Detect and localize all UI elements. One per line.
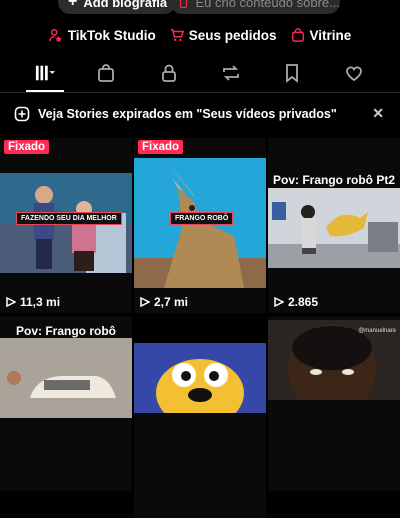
orders-label: Seus pedidos (188, 27, 277, 43)
square-icon (180, 0, 188, 8)
play-icon (140, 297, 150, 307)
view-count: 11,3 mi (6, 295, 60, 309)
video-caption: Pov: Frango robô Pt2 (272, 173, 395, 187)
vitrine-label: Vitrine (309, 27, 352, 43)
banner-text: Veja Stories expirados em "Seus vídeos p… (38, 107, 337, 121)
pinned-badge: Fixado (138, 140, 184, 154)
stories-banner[interactable]: Veja Stories expirados em "Seus vídeos p… (0, 102, 400, 126)
video-overlay-text: FAZENDO SEU DIA MELHOR (16, 212, 122, 225)
tiktok-studio-link[interactable]: TikTok Studio (48, 24, 156, 46)
cart-icon (170, 29, 184, 41)
add-bio-label: Add biografia (83, 0, 168, 10)
about-placeholder: Eu crio conteúdo sobre... (195, 0, 340, 10)
video-tile[interactable]: Fixado FRANGO ROBÔ 2,7 mi (134, 138, 266, 313)
video-tile[interactable]: Pov: Frango robô Pt2 2.865 (268, 138, 400, 313)
tab-videos[interactable] (25, 58, 65, 88)
video-tile[interactable] (134, 343, 266, 518)
view-count-value: 2.865 (288, 295, 319, 309)
orders-link[interactable]: Seus pedidos (170, 24, 277, 46)
lock-icon (162, 64, 176, 82)
video-thumbnail (134, 343, 266, 413)
play-icon (274, 297, 284, 307)
profile-tabs (0, 58, 400, 88)
plus-icon: + (68, 0, 78, 10)
bag-icon (291, 28, 304, 42)
play-icon (6, 297, 16, 307)
tab-reposts[interactable] (211, 58, 251, 88)
add-bio-button[interactable]: + Add biografia (58, 0, 176, 14)
view-count: 2.865 (274, 295, 318, 309)
tab-liked[interactable] (334, 58, 374, 88)
tab-favorites[interactable] (272, 58, 312, 88)
profile-edit-row: + Add biografia Eu crio conteúdo sobre..… (0, 0, 400, 16)
tiktok-studio-label: TikTok Studio (67, 27, 156, 43)
shopping-bag-icon (98, 64, 114, 82)
person-star-icon (48, 29, 62, 42)
view-count-value: 2,7 mi (154, 295, 189, 309)
grid-icon (35, 65, 55, 81)
video-tile[interactable]: @manuelnare (268, 316, 400, 491)
tab-shop[interactable] (86, 58, 126, 88)
bookmark-icon (286, 64, 298, 83)
video-tile[interactable]: Pov: Frango robô (0, 316, 132, 491)
video-caption: Pov: Frango robô (16, 324, 116, 338)
tab-private[interactable] (149, 58, 189, 88)
pinned-badge: Fixado (4, 140, 50, 154)
video-thumbnail (0, 338, 132, 418)
close-icon[interactable]: ✕ (372, 105, 384, 122)
video-overlay-text: FRANGO ROBÔ (170, 212, 234, 225)
watermark: @manuelnare (358, 328, 396, 334)
video-tile[interactable]: Fixado FAZENDO SEU DIA MELHOR 11,3 mi (0, 138, 132, 313)
vitrine-link[interactable]: Vitrine (291, 24, 352, 46)
repost-icon (223, 65, 239, 81)
video-thumbnail (268, 188, 400, 268)
profile-links: TikTok Studio Seus pedidos Vitrine (0, 24, 400, 46)
add-story-icon (14, 106, 30, 122)
view-count: 2,7 mi (140, 295, 188, 309)
heart-icon (346, 66, 362, 82)
about-input[interactable]: Eu crio conteúdo sobre... (170, 0, 340, 14)
view-count-value: 11,3 mi (20, 295, 61, 309)
tabs-divider (0, 92, 400, 93)
